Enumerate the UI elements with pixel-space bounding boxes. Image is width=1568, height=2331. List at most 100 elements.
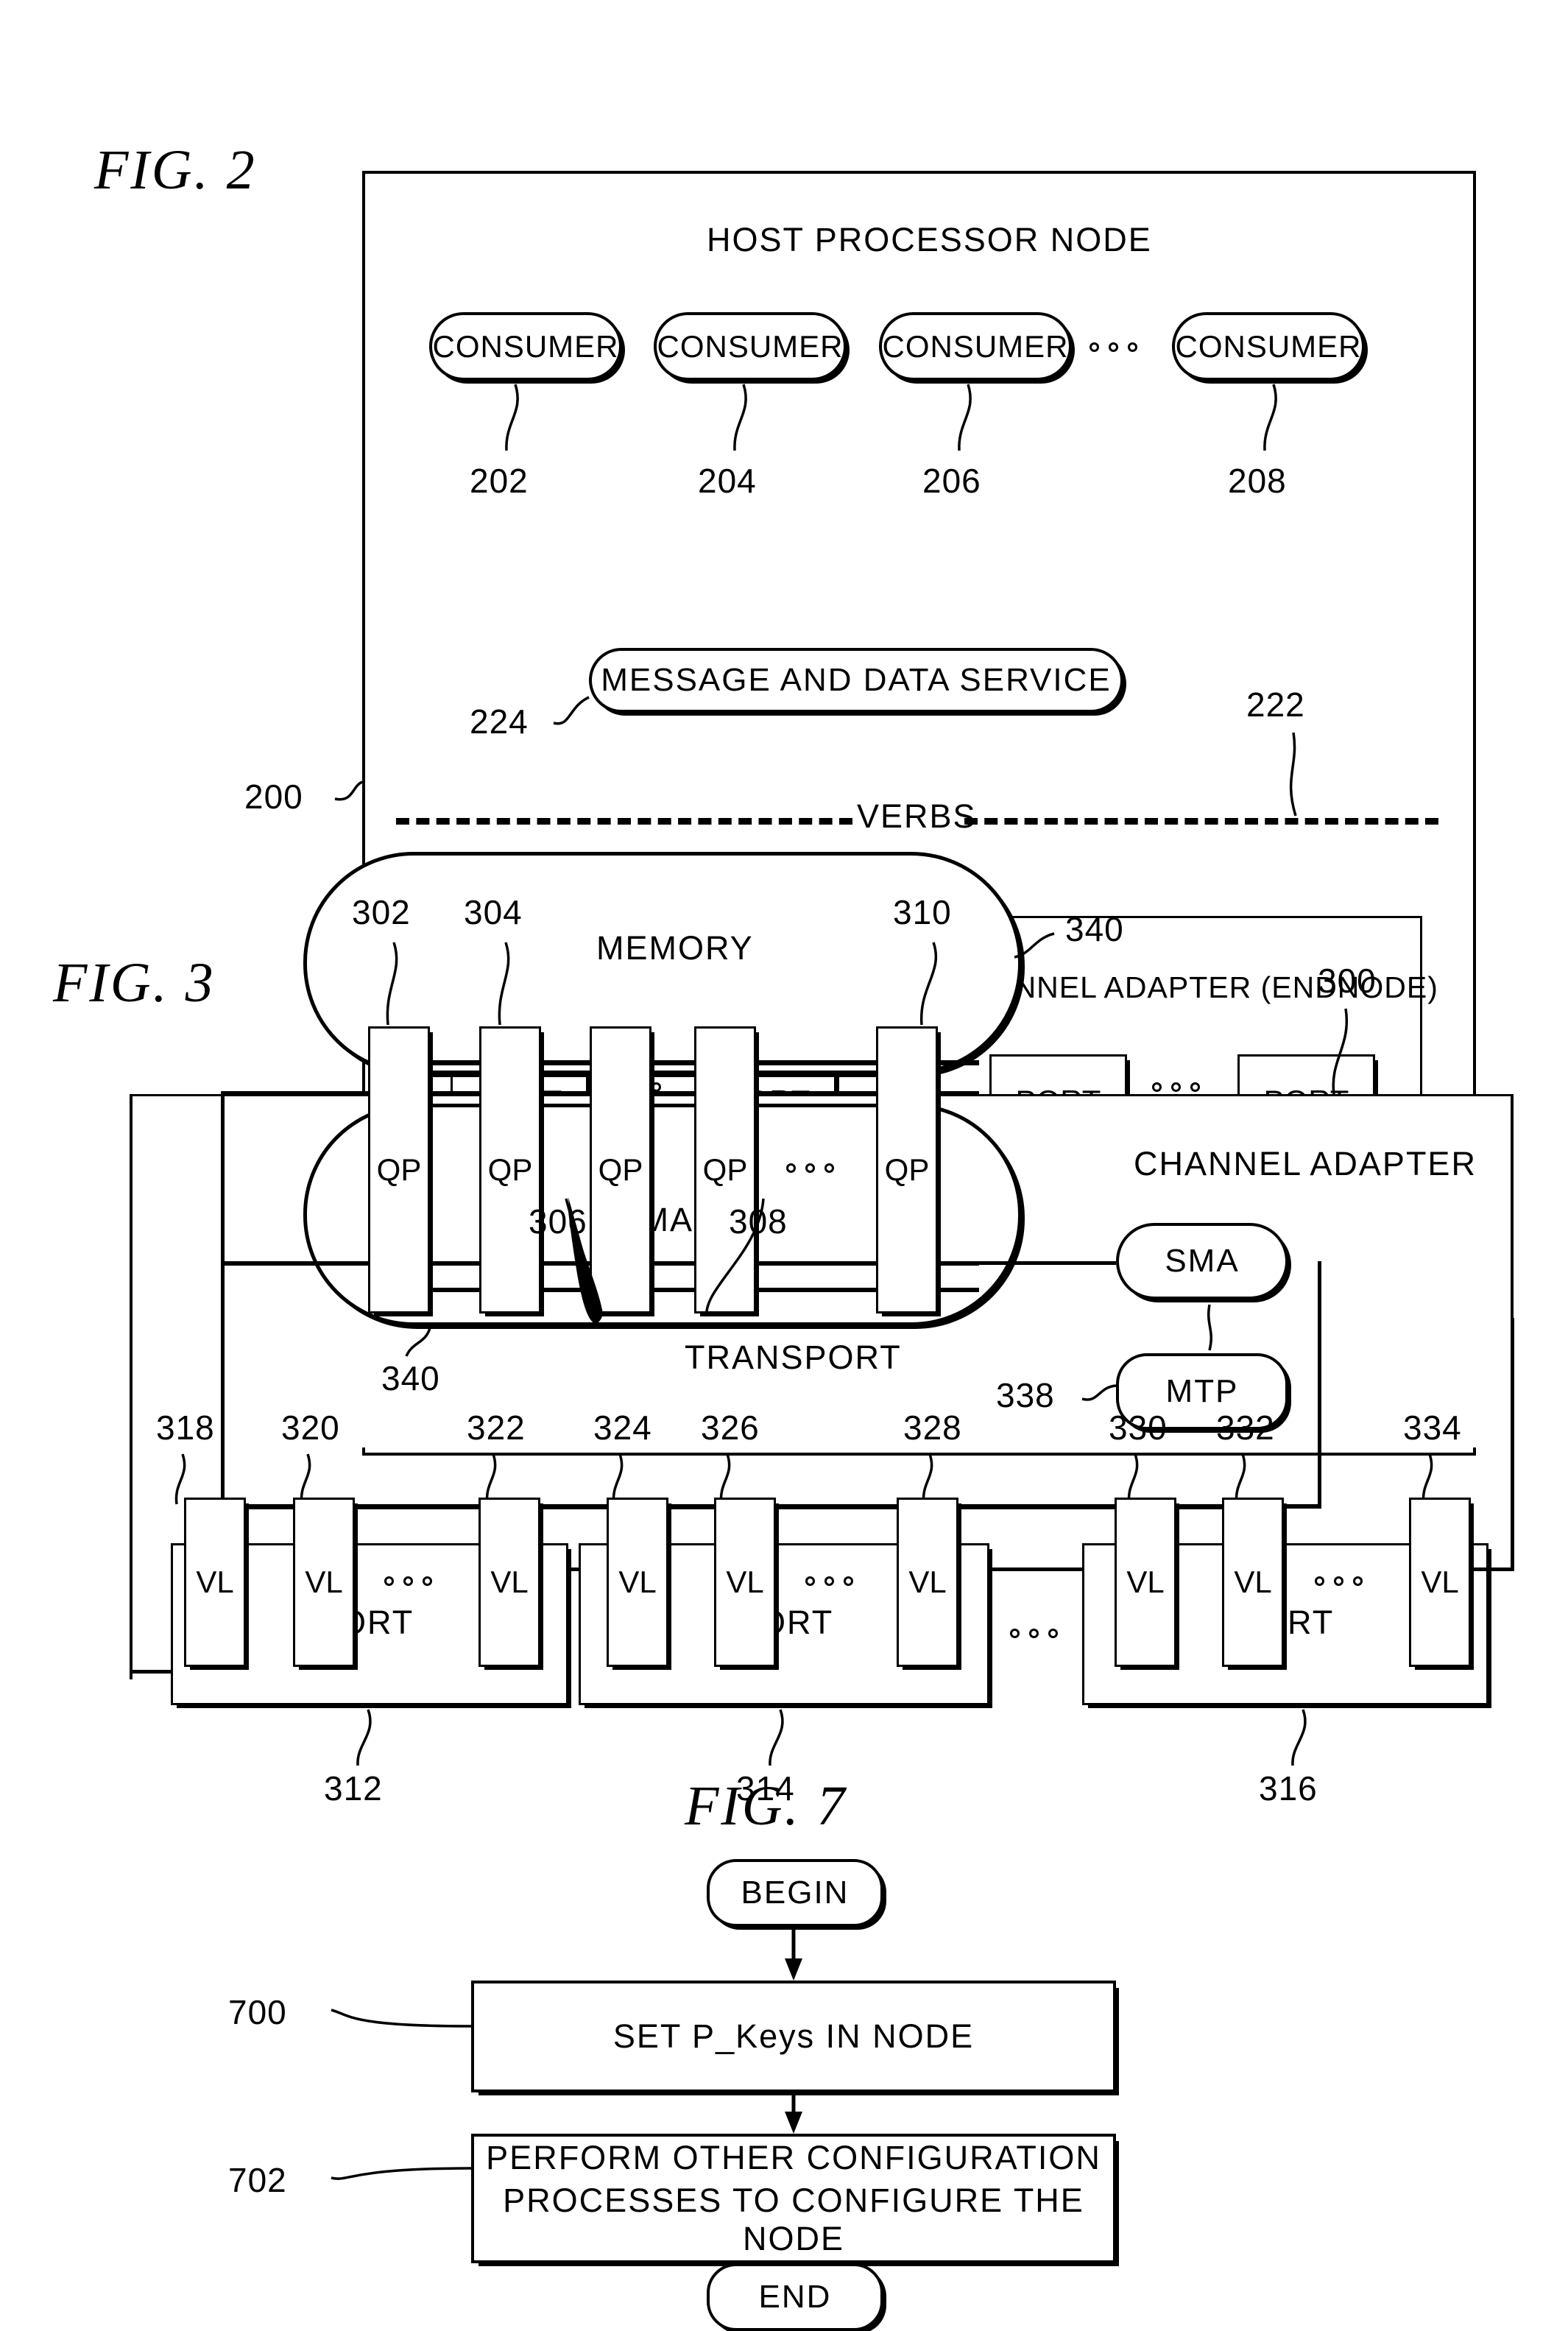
port-312-vl-ellipsis bbox=[384, 1576, 432, 1586]
consumer-202-label: CONSUMER bbox=[432, 328, 619, 364]
ref-324: 324 bbox=[593, 1408, 652, 1447]
consumer-204[interactable]: CONSUMER bbox=[654, 312, 847, 381]
end-terminator[interactable]: END bbox=[707, 2263, 883, 2331]
ref-332: 332 bbox=[1216, 1408, 1275, 1447]
ref-318: 318 bbox=[156, 1408, 215, 1447]
qp-306[interactable]: QP bbox=[590, 1026, 651, 1313]
vl-326-label: VL bbox=[726, 1565, 764, 1599]
vl-318[interactable]: VL bbox=[184, 1498, 246, 1667]
ca2-port-ellipsis bbox=[1152, 1082, 1200, 1092]
consumer-206-label: CONSUMER bbox=[882, 328, 1069, 364]
qp-308-label: QP bbox=[702, 1152, 748, 1187]
ca-box-left-wall bbox=[130, 1094, 133, 1679]
vl-318-label: VL bbox=[196, 1565, 234, 1599]
ref-304: 304 bbox=[464, 893, 523, 931]
end-label: END bbox=[758, 2279, 832, 2315]
ref-316: 316 bbox=[1259, 1769, 1318, 1808]
consumer-206[interactable]: CONSUMER bbox=[879, 312, 1072, 381]
step-702-label-line1: PERFORM OTHER CONFIGURATION bbox=[486, 2139, 1101, 2176]
vl-322-label: VL bbox=[490, 1565, 529, 1599]
patent-drawing-sheet: FIG. 2 200 HOST PROCESSOR NODE CONSUMER … bbox=[0, 0, 1568, 2331]
ref-206: 206 bbox=[922, 462, 981, 500]
sma-right-drop bbox=[1318, 1261, 1321, 1508]
ref-340-memory: 340 bbox=[1065, 910, 1124, 948]
verbs-label: VERBS bbox=[857, 797, 977, 835]
vl-324[interactable]: VL bbox=[607, 1498, 668, 1667]
step-700-box[interactable]: SET P_Keys IN NODE bbox=[471, 1981, 1116, 2092]
port-316-right-riser bbox=[1511, 1318, 1514, 1571]
vl-332-label: VL bbox=[1234, 1565, 1272, 1599]
step-702-label-line2: PROCESSES TO CONFIGURE THE NODE bbox=[503, 2182, 1084, 2257]
qp-304[interactable]: QP bbox=[479, 1026, 541, 1313]
vl-326[interactable]: VL bbox=[714, 1498, 776, 1667]
ref-326: 326 bbox=[701, 1408, 760, 1447]
ref-338: 338 bbox=[996, 1376, 1055, 1414]
verbs-divider-left bbox=[396, 818, 852, 825]
host-processor-node-title: HOST PROCESSOR NODE bbox=[707, 221, 1152, 258]
ref-334: 334 bbox=[1403, 1408, 1462, 1447]
ref-200: 200 bbox=[244, 777, 303, 816]
ref-328: 328 bbox=[903, 1408, 962, 1447]
consumer-208[interactable]: CONSUMER bbox=[1172, 312, 1365, 381]
begin-terminator[interactable]: BEGIN bbox=[707, 1859, 883, 1927]
qp-302-label: QP bbox=[376, 1152, 422, 1187]
qp-ellipsis bbox=[786, 1163, 834, 1173]
port-316-right-rail bbox=[1471, 1567, 1512, 1571]
ref-322: 322 bbox=[467, 1408, 526, 1447]
verbs-divider-right bbox=[964, 818, 1438, 825]
port-316-vl-ellipsis bbox=[1315, 1576, 1363, 1586]
vl-334-label: VL bbox=[1421, 1565, 1459, 1599]
vl-324-label: VL bbox=[618, 1565, 657, 1599]
transport-label: TRANSPORT bbox=[685, 1339, 902, 1376]
sma-link bbox=[942, 1261, 1116, 1265]
qp-306-label: QP bbox=[598, 1152, 643, 1187]
ref-330: 330 bbox=[1109, 1408, 1168, 1447]
ref-302: 302 bbox=[352, 893, 411, 931]
consumer-204-label: CONSUMER bbox=[657, 328, 844, 364]
vl-320-label: VL bbox=[305, 1565, 343, 1599]
figure-7-caption: FIG. 7 bbox=[685, 1775, 847, 1837]
vl-328-label: VL bbox=[908, 1565, 947, 1599]
sma-label: SMA bbox=[1165, 1243, 1240, 1279]
vl-334[interactable]: VL bbox=[1409, 1498, 1471, 1667]
ref-312: 312 bbox=[324, 1769, 383, 1808]
memory-label: MEMORY bbox=[596, 929, 754, 967]
message-and-data-service[interactable]: MESSAGE AND DATA SERVICE bbox=[589, 648, 1123, 713]
consumer-208-label: CONSUMER bbox=[1175, 328, 1362, 364]
ref-700: 700 bbox=[228, 1993, 287, 2031]
qp-304-label: QP bbox=[487, 1152, 533, 1187]
qp-308[interactable]: QP bbox=[694, 1026, 756, 1313]
ref-204: 204 bbox=[698, 462, 757, 500]
qp-310[interactable]: QP bbox=[876, 1026, 938, 1313]
ref-222: 222 bbox=[1246, 685, 1305, 724]
qp-310-label: QP bbox=[884, 1152, 930, 1187]
vl-320[interactable]: VL bbox=[293, 1498, 355, 1667]
vl-332[interactable]: VL bbox=[1222, 1498, 1284, 1667]
port-group-ellipsis bbox=[1010, 1629, 1058, 1638]
channel-adapter-label: CHANNEL ADAPTER bbox=[1134, 1145, 1477, 1182]
ref-224: 224 bbox=[470, 702, 529, 741]
figure-3-caption: FIG. 3 bbox=[53, 952, 216, 1014]
message-and-data-service-label: MESSAGE AND DATA SERVICE bbox=[601, 662, 1112, 698]
qp-302[interactable]: QP bbox=[368, 1026, 430, 1313]
vl-322[interactable]: VL bbox=[478, 1498, 540, 1667]
step-702-box[interactable]: PERFORM OTHER CONFIGURATION PROCESSES TO… bbox=[471, 2134, 1116, 2263]
consumer-202[interactable]: CONSUMER bbox=[429, 312, 622, 381]
vl-328[interactable]: VL bbox=[897, 1498, 958, 1667]
ref-340-dma: 340 bbox=[381, 1359, 440, 1397]
ca-box-right-wall bbox=[1511, 1094, 1514, 1320]
mtp-label: MTP bbox=[1165, 1373, 1239, 1409]
ref-702: 702 bbox=[228, 2161, 287, 2199]
consumer-ellipsis bbox=[1090, 342, 1137, 352]
vl-330[interactable]: VL bbox=[1115, 1498, 1176, 1667]
begin-label: BEGIN bbox=[741, 1875, 850, 1911]
port-314-vl-ellipsis bbox=[805, 1576, 853, 1586]
ref-306: 306 bbox=[529, 1202, 587, 1241]
figure-2-caption: FIG. 2 bbox=[94, 139, 257, 201]
ref-320: 320 bbox=[281, 1408, 340, 1447]
ref-308: 308 bbox=[729, 1202, 788, 1241]
ref-208: 208 bbox=[1228, 462, 1287, 500]
sma-node[interactable]: SMA bbox=[1116, 1223, 1288, 1299]
ref-300: 300 bbox=[1318, 962, 1377, 1000]
vl-330-label: VL bbox=[1126, 1565, 1165, 1599]
